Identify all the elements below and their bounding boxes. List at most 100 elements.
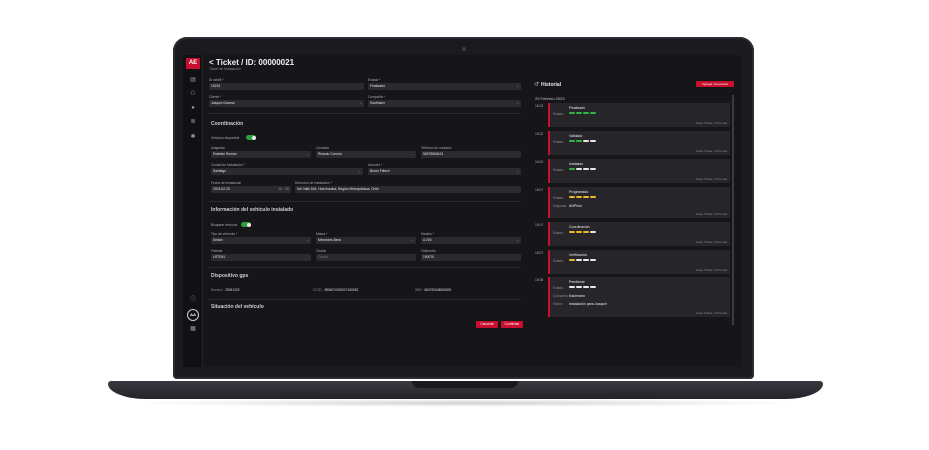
- history-key: Estado:: [553, 140, 564, 144]
- history-key: Estado:: [553, 168, 564, 172]
- asignado-select[interactable]: Esteban Roman ⌄: [211, 151, 311, 158]
- history-scrollbar[interactable]: [732, 95, 734, 325]
- cancel-button[interactable]: Cancelar: [476, 321, 498, 328]
- autorizo-label: Autorizó *: [368, 163, 383, 167]
- compania-value: Kaufmann: [370, 101, 386, 105]
- estado-value: Finalizado: [370, 84, 386, 88]
- ciudad-value: Santiago: [213, 169, 227, 173]
- patente-field[interactable]: LRTD91: [211, 254, 311, 261]
- cliente-label: Cliente *: [209, 95, 222, 99]
- history-time: 18:10: [535, 160, 544, 164]
- history-value: Programado: [569, 190, 589, 194]
- users-icon[interactable]: ⚇: [189, 91, 197, 97]
- status-progress-dots: [569, 140, 596, 142]
- chasis-field[interactable]: Chasis: [316, 254, 416, 261]
- status-progress-dots: [569, 196, 596, 198]
- cliente-select[interactable]: Joaquin Donoso ⌄: [209, 100, 364, 107]
- clipboard-icon[interactable]: ▤: [189, 77, 197, 83]
- gps-imei: IMEI: 860782048065208: [415, 288, 451, 292]
- compania-select[interactable]: Kaufmann ⌄: [368, 100, 521, 107]
- history-ago: Hace 5 días y 20 horas: [696, 149, 727, 153]
- chasis-label: Chasis: [316, 249, 327, 253]
- history-value: ANPhon: [569, 204, 583, 208]
- history-value: Coordinación: [569, 225, 590, 229]
- marca-select[interactable]: Mercedes-Benz ⌄: [316, 237, 416, 244]
- hora-value: 16 : 05: [278, 187, 289, 191]
- add-comment-button[interactable]: Agregar comentario: [696, 81, 734, 87]
- fecha-value: 2023-02-20: [213, 187, 230, 191]
- history-card: Estado: Finalizado Hace 5 días y 20 horas: [548, 103, 730, 127]
- history-title: Historial: [541, 82, 562, 88]
- history-ago: Hace 5 días y 20 horas: [696, 268, 727, 272]
- laptop-notch: [412, 381, 518, 388]
- cliente-value: Joaquin Donoso: [211, 101, 235, 105]
- progress-dot: [576, 286, 582, 288]
- history-value: Kaufmann: [569, 294, 585, 298]
- app-screen: AE ▤ ⚇ ● ≣ ✱ ⓘ AA ▦ < Ticket / ID: 00000…: [183, 55, 741, 367]
- chevron-down-icon: ⌄: [516, 84, 519, 88]
- progress-dot: [583, 112, 589, 114]
- history-key: Estado:: [553, 112, 564, 116]
- ciudad-select[interactable]: Santiago ⌄: [211, 168, 363, 175]
- confirm-button[interactable]: Confirmar: [501, 321, 523, 328]
- history-key: Estado:: [553, 286, 564, 290]
- brand-logo[interactable]: AE: [186, 58, 200, 69]
- status-progress-dots: [569, 259, 596, 261]
- chevron-down-icon: ⌄: [516, 238, 519, 242]
- page-subtitle: Ticket de Instalación: [209, 67, 241, 71]
- status-progress-dots: [569, 286, 596, 288]
- history-value: Pendiente: [569, 280, 585, 284]
- telefono-label: Teléfono de contacto: [421, 146, 452, 150]
- progress-dot: [576, 168, 582, 170]
- progress-dot: [576, 140, 582, 142]
- direccion-field[interactable]: Del Valle 844, Huechuraba, Región Metrop…: [295, 186, 521, 193]
- status-progress-dots: [569, 112, 596, 114]
- calendar-icon[interactable]: ▦: [189, 326, 197, 332]
- progress-dot: [576, 231, 582, 233]
- tipo-select[interactable]: Sedan ⌄: [211, 237, 311, 244]
- user-icon[interactable]: ●: [189, 105, 197, 111]
- autorizo-select[interactable]: Bruno Fritsch ⌄: [368, 168, 521, 175]
- estado-select[interactable]: Finalizado ⌄: [368, 83, 521, 90]
- gps-numero: Número: 25091329: [211, 288, 239, 292]
- direccion-label: Dirección de instalación *: [295, 181, 333, 185]
- history-date: 20 Febrero 2023: [535, 96, 565, 101]
- progress-dot: [569, 196, 575, 198]
- history-card: Estado: Validado Hace 5 días y 20 horas: [548, 131, 730, 155]
- modelo-value: A 200: [423, 238, 432, 242]
- id-rabbit-label: ID rabbit *: [209, 78, 224, 82]
- fecha-field[interactable]: 2023-02-20 16 : 05: [211, 186, 291, 193]
- chevron-down-icon: ⌄: [516, 169, 519, 173]
- id-rabbit-field[interactable]: 15233: [209, 83, 364, 90]
- progress-dot: [590, 196, 596, 198]
- history-key: Asignado:: [553, 204, 568, 208]
- history-card: Estado: Pendiente Compañía: Kaufmann Motivo:…: [548, 277, 730, 317]
- gear-icon[interactable]: ✱: [189, 134, 197, 140]
- history-value: Instalación para Joaquín: [569, 302, 608, 306]
- history-time: 18:07: [535, 251, 544, 255]
- progress-dot: [569, 168, 575, 170]
- history-time: 18:07: [535, 223, 544, 227]
- list-icon[interactable]: ≣: [189, 119, 197, 125]
- modelo-select[interactable]: A 200 ⌄: [421, 237, 521, 244]
- progress-dot: [590, 168, 596, 170]
- bloquear-toggle[interactable]: [241, 222, 251, 227]
- telefono-field[interactable]: 56978568424: [421, 151, 521, 158]
- gps-iccid-label: ICCID:: [313, 288, 323, 292]
- history-ago: Hace 5 días y 20 horas: [696, 177, 727, 181]
- contacto-select[interactable]: Ricardo Concha ⌄: [316, 151, 416, 158]
- progress-dot: [576, 112, 582, 114]
- tipo-label: Tipo de vehículo *: [211, 232, 238, 236]
- avatar[interactable]: AA: [187, 309, 199, 321]
- vehiculo-disponible-label: Vehículo disponible: [211, 136, 240, 140]
- odometro-field[interactable]: 100070: [421, 254, 521, 261]
- situacion-title: Situación del vehículo: [211, 304, 264, 310]
- gps-imei-value: 860782048065208: [424, 288, 452, 292]
- gps-imei-label: IMEI:: [415, 288, 423, 292]
- info-icon[interactable]: ⓘ: [189, 297, 197, 303]
- history-key: Estado:: [553, 196, 564, 200]
- compania-label: Compañía *: [368, 95, 386, 99]
- vehiculo-disponible-toggle[interactable]: [246, 135, 256, 140]
- history-ago: Hace 5 días y 20 horas: [696, 212, 727, 216]
- progress-dot: [590, 112, 596, 114]
